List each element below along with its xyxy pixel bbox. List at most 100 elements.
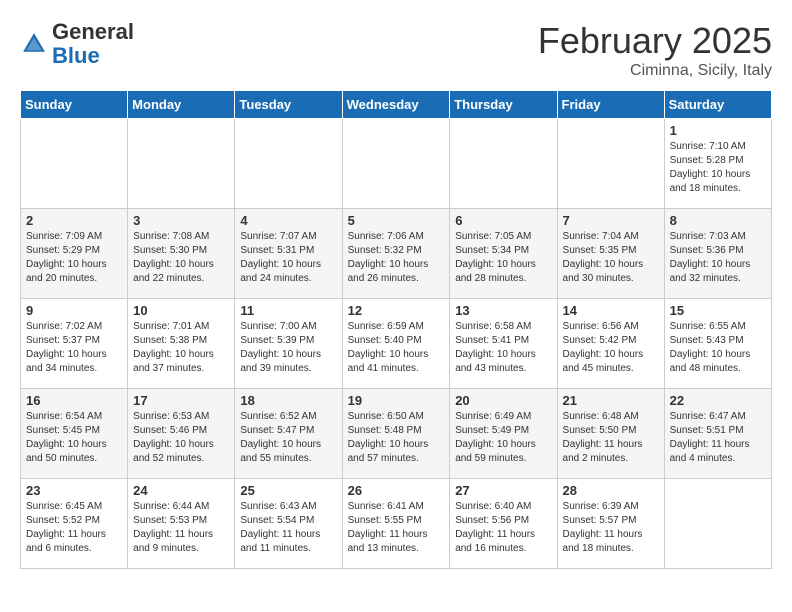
day-detail: Sunrise: 6:59 AM Sunset: 5:40 PM Dayligh… [348,320,445,376]
day-number: 4 [240,213,336,228]
day-number: 11 [240,303,336,318]
calendar-week-row: 2 Sunrise: 7:09 AM Sunset: 5:29 PM Daylig… [21,209,772,299]
day-detail: Sunrise: 6:53 AM Sunset: 5:46 PM Dayligh… [133,410,229,466]
day-number: 13 [455,303,551,318]
day-detail: Sunrise: 6:41 AM Sunset: 5:55 PM Dayligh… [348,500,445,556]
calendar-week-row: 16 Sunrise: 6:54 AM Sunset: 5:45 PM Dayli… [21,389,772,479]
calendar-cell [128,119,235,209]
day-detail: Sunrise: 6:55 AM Sunset: 5:43 PM Dayligh… [670,320,766,376]
day-number: 23 [26,483,122,498]
logo-general: General [52,19,134,44]
page-header: General Blue February 2025 Ciminna, Sici… [20,20,772,80]
calendar-cell: 2 Sunrise: 7:09 AM Sunset: 5:29 PM Daylig… [21,209,128,299]
day-detail: Sunrise: 6:49 AM Sunset: 5:49 PM Dayligh… [455,410,551,466]
calendar-cell: 20Sunrise: 6:49 AM Sunset: 5:49 PM Dayli… [450,389,557,479]
calendar-cell [450,119,557,209]
day-detail: Sunrise: 7:07 AM Sunset: 5:31 PM Dayligh… [240,230,336,286]
day-detail: Sunrise: 6:43 AM Sunset: 5:54 PM Dayligh… [240,500,336,556]
calendar-cell: 10 Sunrise: 7:01 AM Sunset: 5:38 PM Dayli… [128,299,235,389]
calendar-cell: 9 Sunrise: 7:02 AM Sunset: 5:37 PM Daylig… [21,299,128,389]
calendar-cell: 15Sunrise: 6:55 AM Sunset: 5:43 PM Dayli… [664,299,771,389]
day-detail: Sunrise: 6:54 AM Sunset: 5:45 PM Dayligh… [26,410,122,466]
calendar-cell: 1 Sunrise: 7:10 AM Sunset: 5:28 PM Daylig… [664,119,771,209]
calendar-table: SundayMondayTuesdayWednesdayThursdayFrid… [20,90,772,569]
weekday-header: Monday [128,91,235,119]
calendar-cell: 17 Sunrise: 6:53 AM Sunset: 5:46 PM Dayli… [128,389,235,479]
calendar-cell: 19Sunrise: 6:50 AM Sunset: 5:48 PM Dayli… [342,389,450,479]
calendar-cell [235,119,342,209]
calendar-cell: 3 Sunrise: 7:08 AM Sunset: 5:30 PM Daylig… [128,209,235,299]
day-detail: Sunrise: 6:50 AM Sunset: 5:48 PM Dayligh… [348,410,445,466]
day-number: 8 [670,213,766,228]
weekday-header-row: SundayMondayTuesdayWednesdayThursdayFrid… [21,91,772,119]
calendar-cell: 13Sunrise: 6:58 AM Sunset: 5:41 PM Dayli… [450,299,557,389]
day-detail: Sunrise: 7:04 AM Sunset: 5:35 PM Dayligh… [563,230,659,286]
calendar-cell: 11 Sunrise: 7:00 AM Sunset: 5:39 PM Dayli… [235,299,342,389]
logo: General Blue [20,20,134,68]
day-detail: Sunrise: 7:10 AM Sunset: 5:28 PM Dayligh… [670,140,766,196]
day-number: 6 [455,213,551,228]
day-number: 9 [26,303,122,318]
day-number: 16 [26,393,122,408]
day-number: 25 [240,483,336,498]
calendar-cell: 14 Sunrise: 6:56 AM Sunset: 5:42 PM Dayli… [557,299,664,389]
day-detail: Sunrise: 7:01 AM Sunset: 5:38 PM Dayligh… [133,320,229,376]
calendar-cell: 25 Sunrise: 6:43 AM Sunset: 5:54 PM Dayli… [235,479,342,569]
calendar-cell [664,479,771,569]
day-number: 2 [26,213,122,228]
calendar-cell: 21Sunrise: 6:48 AM Sunset: 5:50 PM Dayli… [557,389,664,479]
weekday-header: Sunday [21,91,128,119]
calendar-cell: 12 Sunrise: 6:59 AM Sunset: 5:40 PM Dayli… [342,299,450,389]
weekday-header: Tuesday [235,91,342,119]
day-detail: Sunrise: 7:08 AM Sunset: 5:30 PM Dayligh… [133,230,229,286]
day-detail: Sunrise: 6:56 AM Sunset: 5:42 PM Dayligh… [563,320,659,376]
calendar-cell: 16 Sunrise: 6:54 AM Sunset: 5:45 PM Dayli… [21,389,128,479]
day-detail: Sunrise: 6:39 AM Sunset: 5:57 PM Dayligh… [563,500,659,556]
calendar-cell: 6 Sunrise: 7:05 AM Sunset: 5:34 PM Daylig… [450,209,557,299]
calendar-week-row: 1 Sunrise: 7:10 AM Sunset: 5:28 PM Daylig… [21,119,772,209]
day-detail: Sunrise: 7:00 AM Sunset: 5:39 PM Dayligh… [240,320,336,376]
weekday-header: Wednesday [342,91,450,119]
calendar-cell: 26 Sunrise: 6:41 AM Sunset: 5:55 PM Dayli… [342,479,450,569]
day-detail: Sunrise: 7:03 AM Sunset: 5:36 PM Dayligh… [670,230,766,286]
logo-icon [20,30,48,58]
day-detail: Sunrise: 6:40 AM Sunset: 5:56 PM Dayligh… [455,500,551,556]
day-detail: Sunrise: 6:45 AM Sunset: 5:52 PM Dayligh… [26,500,122,556]
day-detail: Sunrise: 6:44 AM Sunset: 5:53 PM Dayligh… [133,500,229,556]
day-number: 7 [563,213,659,228]
day-detail: Sunrise: 6:52 AM Sunset: 5:47 PM Dayligh… [240,410,336,466]
calendar-cell: 24 Sunrise: 6:44 AM Sunset: 5:53 PM Dayli… [128,479,235,569]
day-number: 24 [133,483,229,498]
day-number: 22 [670,393,766,408]
calendar-cell: 27Sunrise: 6:40 AM Sunset: 5:56 PM Dayli… [450,479,557,569]
weekday-header: Thursday [450,91,557,119]
day-number: 10 [133,303,229,318]
calendar-cell [21,119,128,209]
day-detail: Sunrise: 6:47 AM Sunset: 5:51 PM Dayligh… [670,410,766,466]
calendar-cell: 4 Sunrise: 7:07 AM Sunset: 5:31 PM Daylig… [235,209,342,299]
logo-blue: Blue [52,43,100,68]
day-detail: Sunrise: 7:06 AM Sunset: 5:32 PM Dayligh… [348,230,445,286]
day-detail: Sunrise: 7:02 AM Sunset: 5:37 PM Dayligh… [26,320,122,376]
title-block: February 2025 Ciminna, Sicily, Italy [538,20,772,80]
calendar-week-row: 9 Sunrise: 7:02 AM Sunset: 5:37 PM Daylig… [21,299,772,389]
day-number: 1 [670,123,766,138]
logo-text: General Blue [52,20,134,68]
weekday-header: Saturday [664,91,771,119]
day-number: 21 [563,393,659,408]
calendar-cell: 18 Sunrise: 6:52 AM Sunset: 5:47 PM Dayli… [235,389,342,479]
weekday-header: Friday [557,91,664,119]
day-detail: Sunrise: 7:05 AM Sunset: 5:34 PM Dayligh… [455,230,551,286]
day-detail: Sunrise: 7:09 AM Sunset: 5:29 PM Dayligh… [26,230,122,286]
day-number: 18 [240,393,336,408]
calendar-cell: 23 Sunrise: 6:45 AM Sunset: 5:52 PM Dayli… [21,479,128,569]
day-number: 26 [348,483,445,498]
day-number: 28 [563,483,659,498]
day-number: 12 [348,303,445,318]
calendar-cell [557,119,664,209]
day-number: 3 [133,213,229,228]
day-number: 17 [133,393,229,408]
calendar-cell [342,119,450,209]
day-number: 14 [563,303,659,318]
month-year: February 2025 [538,20,772,62]
